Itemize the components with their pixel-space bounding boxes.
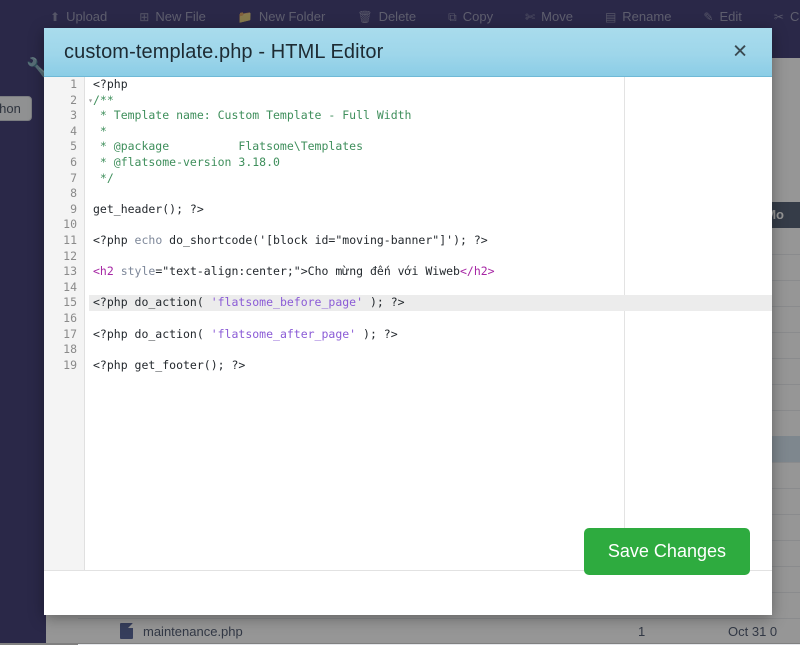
code-line[interactable]: /**	[89, 93, 772, 109]
code-line[interactable]: * @package Flatsome\Templates	[89, 139, 772, 155]
code-line[interactable]	[89, 280, 772, 296]
code-token: 'flatsome_before_page'	[210, 295, 364, 310]
html-editor-dialog: custom-template.php - HTML Editor ✕ 1 2 ▾ 3…	[44, 28, 772, 615]
code-token: /**	[93, 92, 114, 107]
code-token: ); ?>	[356, 326, 398, 341]
code-line[interactable]: * Template name: Custom Template - Full …	[89, 108, 772, 124]
code-token: * @package Flatsome\Templates	[93, 139, 364, 154]
line-number: 6	[70, 154, 77, 169]
line-number: 17	[63, 326, 77, 341]
code-line[interactable]: get_header(); ?>	[89, 202, 772, 218]
code-line[interactable]: <?php do_action( 'flatsome_before_page' …	[89, 295, 772, 311]
code-token: ); ?>	[363, 295, 405, 310]
code-editor[interactable]: 1 2 ▾ 3 4 5 6 7 8 9 10 11 12 13 14 15 16 17 18 19 <?php/** …	[44, 77, 772, 572]
code-line[interactable]: <?php get_footer(); ?>	[89, 358, 772, 374]
line-number: 16	[63, 310, 77, 325]
code-token: get_header(); ?>	[93, 201, 204, 216]
code-token: do_shortcode(	[162, 232, 260, 247]
line-number: 9	[70, 201, 77, 216]
line-number: 15	[63, 295, 77, 310]
code-line[interactable]: * @flatsome-version 3.18.0	[89, 155, 772, 171]
line-number: 10	[63, 217, 77, 232]
line-number: 13	[63, 264, 77, 279]
save-changes-button[interactable]: Save Changes	[583, 528, 750, 575]
dialog-footer: Save Changes	[44, 528, 772, 615]
code-token: ="text-align:center;"	[155, 264, 301, 279]
code-line[interactable]: <h2 style="text-align:center;">Cho mừng …	[89, 264, 772, 280]
line-number: 3	[70, 108, 77, 123]
code-line[interactable]	[89, 311, 772, 327]
code-token: 'flatsome_after_page'	[210, 326, 357, 341]
code-token: *	[93, 123, 107, 138]
code-line[interactable]	[89, 342, 772, 358]
code-line[interactable]: <?php echo do_shortcode('[block id="movi…	[89, 233, 772, 249]
code-token: <?php	[93, 77, 128, 91]
line-number: 2 ▾	[70, 92, 93, 107]
code-line[interactable]	[89, 249, 772, 265]
code-token: <?php	[93, 232, 135, 247]
code-token: <?php do_action(	[93, 295, 211, 310]
line-number: 14	[63, 279, 77, 294]
line-number: 5	[70, 139, 77, 154]
code-token: style	[113, 264, 156, 279]
code-token: >Cho mừng đến với Wiweb	[300, 264, 460, 279]
code-token: */	[93, 170, 114, 185]
close-icon[interactable]: ✕	[724, 39, 756, 66]
dialog-titlebar: custom-template.php - HTML Editor ✕	[44, 28, 772, 77]
code-token: echo	[134, 232, 163, 247]
code-token: '[block id="moving-banner"]'	[259, 232, 454, 247]
line-number: 7	[70, 170, 77, 185]
code-token: * @flatsome-version 3.18.0	[93, 154, 280, 169]
line-number: 19	[63, 357, 77, 372]
editor-scrollbar[interactable]	[763, 77, 772, 571]
code-line[interactable]: <?php	[89, 77, 772, 93]
line-number: 8	[70, 186, 77, 201]
code-token: ); ?>	[453, 232, 488, 247]
code-line[interactable]: <?php do_action( 'flatsome_after_page' )…	[89, 327, 772, 343]
line-number: 4	[70, 123, 77, 138]
line-number: 1	[70, 77, 77, 91]
code-line[interactable]	[89, 217, 772, 233]
code-token: <?php get_footer(); ?>	[93, 357, 246, 372]
code-line[interactable]	[89, 186, 772, 202]
code-token: * Template name: Custom Template - Full …	[93, 108, 412, 123]
code-token: </h2>	[459, 264, 495, 279]
line-number: 18	[63, 342, 77, 357]
line-number: 12	[63, 248, 77, 263]
code-token: <h2	[93, 264, 114, 279]
line-number-gutter: 1 2 ▾ 3 4 5 6 7 8 9 10 11 12 13 14 15 16 17 18 19	[44, 77, 93, 571]
code-line[interactable]: */	[89, 171, 772, 187]
code-token: <?php do_action(	[93, 326, 211, 341]
code-line[interactable]: *	[89, 124, 772, 140]
code-content[interactable]: <?php/** * Template name: Custom Templat…	[89, 77, 772, 571]
dialog-title: custom-template.php - HTML Editor	[64, 40, 384, 63]
line-number: 11	[63, 232, 77, 247]
